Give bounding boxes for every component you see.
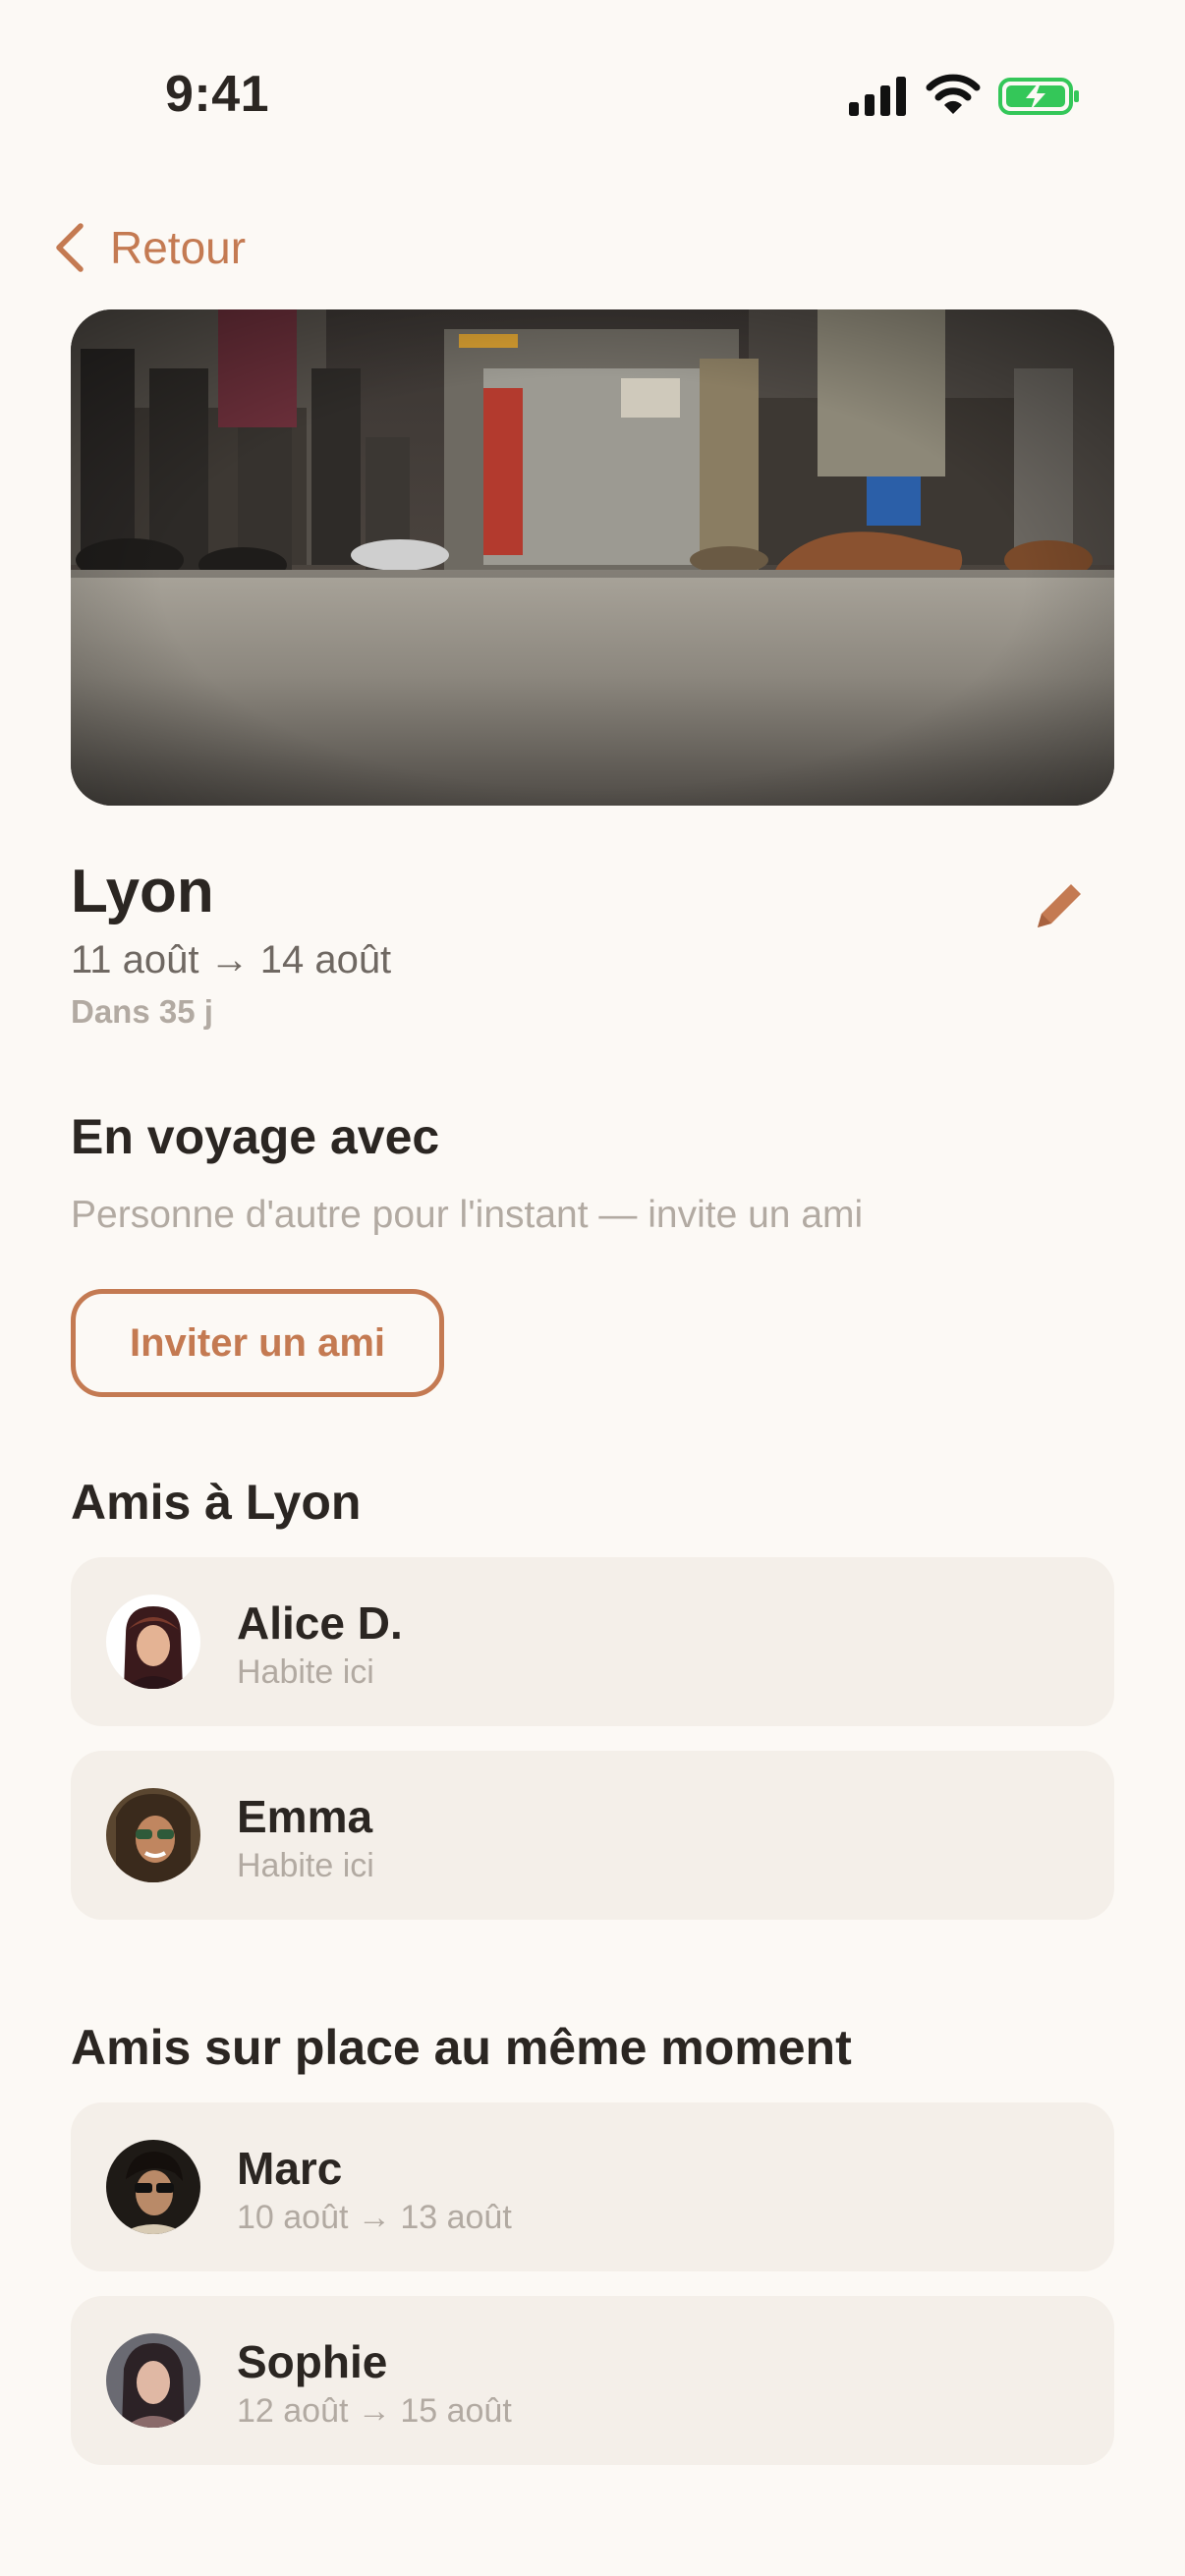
trip-dates: 11 août → 14 août [71,938,392,981]
friend-status: Habite ici [237,1847,374,1884]
friend-dates: 10 août → 13 août [237,2199,512,2236]
travel-with-empty-text: Personne d'autre pour l'instant — invite… [71,1194,864,1236]
trip-detail-screen: 9:41 Retour Lyon 11 août → 14 août Dans … [0,0,1185,2576]
battery-charging-icon [998,78,1079,115]
avatar [106,1595,200,1689]
friends-same-time-title: Amis sur place au même moment [71,2020,852,2075]
friend-name: Emma [237,1791,373,1842]
chevron-left-icon [56,223,84,272]
friend-card[interactable]: Sophie 12 août → 15 août [71,2296,1114,2465]
trip-countdown: Dans 35 j [71,993,213,1030]
back-label: Retour [110,222,247,273]
friend-status: Habite ici [237,1653,374,1691]
friend-card[interactable]: Alice D. Habite ici [71,1557,1114,1726]
friend-card[interactable]: Emma Habite ici [71,1751,1114,1920]
avatar [106,2140,200,2234]
invite-friend-button[interactable]: Inviter un ami [71,1289,444,1397]
friend-name: Alice D. [237,1597,403,1649]
friend-dates: 12 août → 15 août [237,2392,512,2430]
status-time: 9:41 [165,66,270,123]
trip-city: Lyon [71,858,214,925]
trip-cover-photo [71,309,1114,806]
friend-name: Marc [237,2143,343,2194]
friend-name: Sophie [237,2336,388,2387]
pencil-icon[interactable] [1024,872,1093,941]
friends-in-city-title: Amis à Lyon [71,1475,362,1530]
friend-card[interactable]: Marc 10 août → 13 août [71,2102,1114,2271]
cellular-signal-icon [849,77,906,116]
travel-with-title: En voyage avec [71,1109,440,1164]
avatar [106,2333,200,2428]
wifi-icon [926,74,981,114]
back-button[interactable]: Retour [51,216,246,279]
avatar [106,1788,200,1882]
status-bar: 9:41 [0,0,1185,147]
